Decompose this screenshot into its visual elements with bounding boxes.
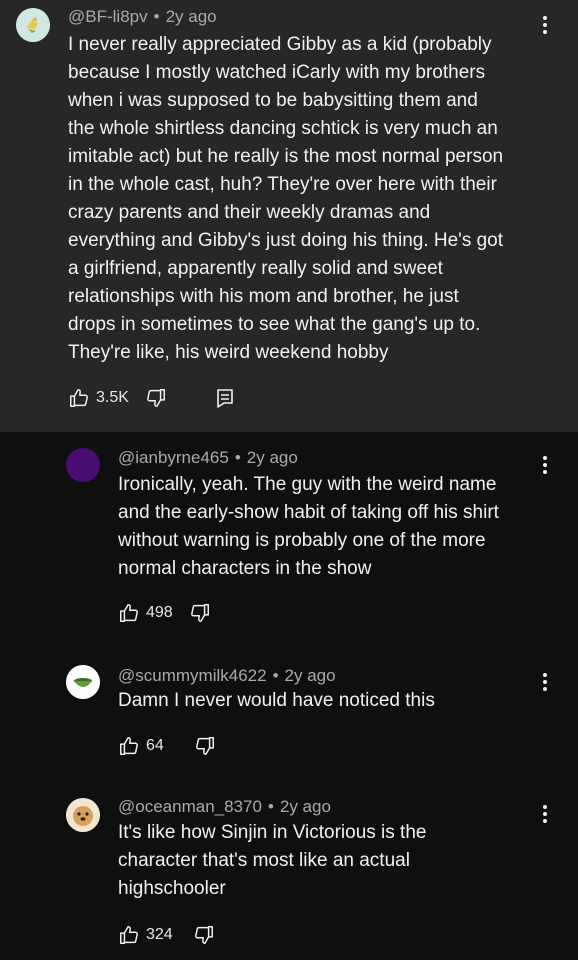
comment-text: Damn I never would have noticed this	[118, 690, 435, 711]
like-count: 3.5K	[96, 389, 129, 406]
more-vertical-icon-dot	[543, 463, 547, 467]
avatar[interactable]	[16, 8, 50, 42]
more-vertical-icon-dot	[543, 680, 547, 684]
thumbs-up-icon	[70, 389, 88, 407]
comment-meta: @scummymilk4622 • 2y ago	[118, 666, 336, 686]
more-vertical-icon-dot	[543, 23, 547, 27]
more-vertical-icon	[543, 673, 547, 677]
meta-separator: •	[153, 7, 160, 26]
avatar[interactable]	[66, 665, 100, 699]
avatar[interactable]	[66, 448, 100, 482]
like-count: 64	[146, 737, 164, 754]
thumbs-down-icon	[190, 604, 209, 622]
comment-text: Ironically, yeah. The guy with the weird…	[118, 474, 499, 579]
thumbs-up-icon	[120, 737, 138, 755]
thumbs-up-icon	[120, 604, 138, 622]
meta-separator: •	[234, 448, 241, 467]
thumbs-down-icon	[195, 737, 214, 755]
comment-text: I never really appreciated Gibby as a ki…	[68, 34, 504, 363]
reply-comment: @scummymilk4622 • 2y ago Damn I never woul…	[0, 650, 578, 770]
like-count: 498	[146, 604, 173, 621]
comment-text: It's like how Sinjin in Victorious is th…	[118, 822, 427, 899]
dislike-button[interactable]	[145, 387, 167, 409]
like-count: 324	[146, 926, 173, 943]
avatar[interactable]	[66, 798, 100, 832]
comment-actions: 64	[118, 731, 216, 761]
comment-actions: 3.5K	[68, 383, 235, 413]
more-vertical-icon	[543, 16, 547, 20]
avatar-dog-icon	[66, 798, 100, 832]
more-vertical-icon	[543, 805, 547, 809]
dislike-button[interactable]	[194, 735, 216, 757]
thumbs-down-icon	[194, 926, 213, 944]
more-vertical-icon-dot	[543, 812, 547, 816]
comment-meta: @BF-li8pv • 2y ago	[68, 7, 217, 27]
comment-age[interactable]: 2y ago	[285, 666, 336, 685]
comment-author[interactable]: @ianbyrne465	[118, 448, 229, 467]
like-button[interactable]: 498	[118, 602, 173, 624]
comment-meta: @oceanman_8370 • 2y ago	[118, 797, 331, 817]
dislike-button[interactable]	[193, 924, 215, 946]
like-button[interactable]: 3.5K	[68, 387, 129, 409]
comment-age[interactable]: 2y ago	[166, 7, 217, 26]
thumbs-down-icon	[146, 389, 165, 407]
meta-separator: •	[267, 797, 274, 816]
like-button[interactable]: 64	[118, 735, 164, 757]
meta-separator: •	[272, 666, 279, 685]
comment-author[interactable]: @BF-li8pv	[68, 7, 148, 26]
comment-actions: 324	[118, 920, 215, 950]
comment-age[interactable]: 2y ago	[247, 448, 298, 467]
comment-age[interactable]: 2y ago	[280, 797, 331, 816]
reply-comment: @oceanman_8370 • 2y ago It's like how Sinj…	[0, 782, 578, 960]
more-vertical-icon	[543, 456, 547, 460]
comment-author[interactable]: @scummymilk4622	[118, 666, 267, 685]
comment-actions: 498	[118, 598, 211, 628]
like-button[interactable]: 324	[118, 924, 173, 946]
avatar-bird-icon	[16, 8, 50, 42]
replies-button[interactable]	[215, 387, 235, 409]
avatar-bowl-icon	[66, 665, 100, 699]
comment-meta: @ianbyrne465 • 2y ago	[118, 448, 298, 468]
dislike-button[interactable]	[189, 602, 211, 624]
reply-icon	[217, 389, 233, 408]
thumbs-up-icon	[120, 926, 138, 944]
comment-author[interactable]: @oceanman_8370	[118, 797, 262, 816]
comment: @BF-li8pv • 2y ago I never really apprecia…	[0, 0, 578, 432]
reply-comment: @ianbyrne465 • 2y ago Ironically, yeah. Th…	[0, 432, 578, 632]
